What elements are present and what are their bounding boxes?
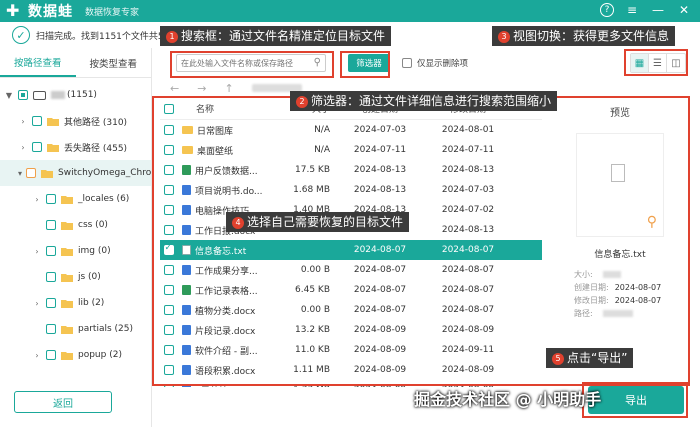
tree-item-partials[interactable]: partials (25) [0, 316, 151, 342]
folder-icon [47, 117, 59, 126]
annotation-text: 点击“导出” [567, 351, 628, 365]
tree-checkbox[interactable] [46, 194, 56, 204]
tree-item-label: SwitchyOmega_Chrom [58, 168, 151, 178]
tree-item-img[interactable]: › img (0) [0, 238, 151, 264]
tree-item-lost-paths[interactable]: › 丢失路径 (455) [0, 134, 151, 160]
tree-item-label: img (0) [78, 246, 111, 256]
annotation-box-search [170, 51, 334, 78]
app-brand: 数据蛙 [28, 4, 73, 20]
annotation-number: 2 [296, 95, 308, 108]
back-button[interactable]: 返回 [14, 391, 112, 413]
folder-icon [61, 351, 73, 360]
back-arrow-icon[interactable]: ← [170, 82, 179, 95]
annotation-number: 1 [166, 30, 178, 43]
tree-checkbox[interactable] [26, 168, 37, 178]
tree-checkbox[interactable] [32, 142, 42, 152]
app-logo-icon: ✚ [6, 1, 20, 20]
tree-checkbox[interactable] [46, 324, 56, 334]
up-arrow-icon[interactable]: ↑ [224, 82, 233, 95]
expand-icon[interactable]: › [18, 143, 28, 152]
folder-icon [61, 195, 73, 204]
expand-icon[interactable]: › [32, 195, 42, 204]
tree-item-root[interactable]: ▼ (1151) [0, 82, 151, 108]
tree-item-other-paths[interactable]: › 其他路径 (310) [0, 108, 151, 134]
drive-name-blurred [51, 91, 65, 99]
tree-item-label: (1151) [67, 90, 97, 100]
tree-checkbox[interactable] [46, 298, 56, 308]
folder-icon [61, 299, 73, 308]
menu-icon[interactable]: ≡ [624, 2, 640, 18]
scan-status-text: 扫描完成。找到1151个文件共5 [36, 31, 164, 42]
expand-icon[interactable]: › [32, 351, 42, 360]
annotation-text: 选择自己需要恢复的目标文件 [247, 215, 404, 229]
collapse-icon[interactable]: ▾ [18, 169, 22, 178]
expand-icon[interactable]: › [18, 117, 28, 126]
folder-icon [41, 169, 54, 178]
only-deleted-label: 仅显示删除项 [417, 59, 469, 69]
folder-icon [61, 325, 73, 334]
tree-item-label: _locales (6) [78, 194, 130, 204]
expand-icon[interactable]: › [32, 299, 42, 308]
expand-icon[interactable]: ▼ [4, 91, 14, 100]
folder-tree: ▼ (1151) › 其他路径 (310) › 丢失路径 (455) ▾ Swi… [0, 78, 151, 368]
annotation-box-list [152, 96, 690, 386]
tree-item-label: lib (2) [78, 298, 105, 308]
annotation-text: 视图切换：获得更多文件信息 [513, 29, 670, 43]
title-bar: ✚ 数据蛙 数据恢复专家 ? ≡ — ✕ [0, 0, 700, 22]
tree-checkbox[interactable] [46, 272, 56, 282]
tree-item-js[interactable]: js (0) [0, 264, 151, 290]
folder-icon [47, 143, 59, 152]
annotation-1: 1 搜索框：通过文件名精准定位目标文件 [160, 26, 392, 46]
tree-checkbox[interactable] [32, 116, 42, 126]
annotation-number: 3 [498, 30, 510, 43]
tree-checkbox[interactable] [18, 90, 28, 100]
folder-icon [61, 247, 73, 256]
annotation-box-view [624, 49, 688, 76]
forward-arrow-icon[interactable]: → [197, 82, 206, 95]
tree-item-popup[interactable]: › popup (2) [0, 342, 151, 368]
annotation-4: 4 选择自己需要恢复的目标文件 [226, 212, 410, 232]
tree-item-switchyomega[interactable]: ▾ SwitchyOmega_Chrom [0, 160, 151, 186]
close-icon[interactable]: ✕ [676, 2, 692, 18]
help-icon[interactable]: ? [600, 3, 614, 17]
drive-icon [33, 90, 46, 100]
tree-item-label: css (0) [78, 220, 108, 230]
tree-item-label: 丢失路径 (455) [64, 143, 128, 154]
annotation-3: 3 视图切换：获得更多文件信息 [492, 26, 676, 46]
annotation-2: 2 筛选器：通过文件详细信息进行搜索范围缩小 [290, 91, 558, 111]
only-deleted-checkbox[interactable] [402, 58, 412, 68]
annotation-5: 5 点击“导出” [546, 348, 634, 368]
annotation-text: 筛选器：通过文件详细信息进行搜索范围缩小 [311, 94, 552, 108]
only-deleted-toggle[interactable]: 仅显示删除项 [402, 57, 468, 69]
annotation-text: 搜索框：通过文件名精准定位目标文件 [181, 29, 386, 43]
tree-item-label: js (0) [78, 272, 101, 282]
app-tagline: 数据恢复专家 [85, 7, 140, 18]
tree-item-label: partials (25) [78, 324, 133, 334]
tab-by-path[interactable]: 按路径查看 [0, 48, 76, 77]
watermark: 掘金技术社区 @ 小明助手 [414, 390, 602, 409]
left-panel: 按路径查看 按类型查看 ▼ (1151) › 其他路径 (310) › 丢失路径… [0, 48, 152, 427]
annotation-number: 5 [552, 352, 564, 365]
tree-item-css[interactable]: css (0) [0, 212, 151, 238]
tree-item-label: 其他路径 (310) [64, 117, 128, 128]
app-window: ✚ 数据蛙 数据恢复专家 ? ≡ — ✕ ✓ 扫描完成。找到1151个文件共5 … [0, 0, 700, 427]
annotation-number: 4 [232, 216, 244, 229]
tree-item-locales[interactable]: › _locales (6) [0, 186, 151, 212]
tree-checkbox[interactable] [46, 350, 56, 360]
folder-icon [61, 221, 73, 230]
tab-by-type[interactable]: 按类型查看 [76, 48, 152, 77]
annotation-box-filter [340, 51, 390, 78]
check-icon: ✓ [12, 26, 30, 44]
minimize-icon[interactable]: — [650, 2, 666, 18]
tree-checkbox[interactable] [46, 220, 56, 230]
window-controls: ? ≡ — ✕ [600, 2, 692, 18]
tree-checkbox[interactable] [46, 246, 56, 256]
tree-item-label: popup (2) [78, 350, 122, 360]
view-mode-tabs: 按路径查看 按类型查看 [0, 48, 151, 78]
expand-icon[interactable]: › [32, 247, 42, 256]
folder-icon [61, 273, 73, 282]
tree-item-lib[interactable]: › lib (2) [0, 290, 151, 316]
